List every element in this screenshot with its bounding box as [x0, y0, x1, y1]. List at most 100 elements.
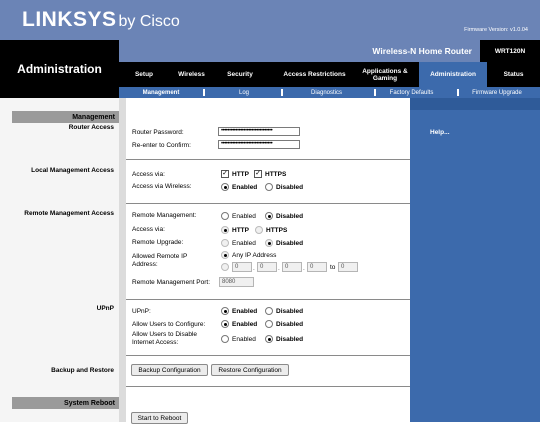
router-password-field[interactable]: ••••••••••••••••••••••••••••••••	[218, 127, 300, 136]
upnp-label: UPnP:	[132, 308, 151, 315]
logo-text: LINKSYS	[22, 8, 117, 31]
upnp-enabled-radio[interactable]	[221, 307, 229, 315]
main-tabs: Setup Wireless Security Access Restricti…	[119, 62, 540, 87]
remote-http-radio[interactable]	[221, 226, 229, 234]
confirm-password-field[interactable]: ••••••••••••••••••••••••••••••••	[218, 140, 300, 149]
disable-disabled-radio[interactable]	[265, 335, 273, 343]
logo-by-cisco: by Cisco	[118, 13, 180, 30]
help-link[interactable]: Help...	[430, 129, 450, 136]
help-header-strip	[410, 98, 540, 110]
remote-port-input[interactable]: 8080	[219, 277, 254, 287]
ip-dot: .	[253, 265, 255, 272]
ip-octet-2-input[interactable]: 0	[257, 262, 277, 272]
ip-dot: .	[303, 265, 305, 272]
disable-enabled-radio[interactable]	[221, 335, 229, 343]
configure-enabled-label: Enabled	[232, 321, 258, 328]
section-stripe-system-reboot: System Reboot	[12, 397, 119, 409]
router-password-label: Router Password:	[132, 129, 184, 136]
upgrade-disabled-label: Disabled	[276, 240, 304, 247]
configure-disabled-label: Disabled	[276, 321, 304, 328]
ip-dot: .	[278, 265, 280, 272]
help-column: Help...	[410, 98, 540, 422]
remote-disabled-radio[interactable]	[265, 212, 273, 220]
brand-bar: LINKSYS by Cisco Firmware Version: v1.0.…	[0, 0, 540, 40]
ip-to-label: to	[330, 264, 336, 271]
start-reboot-button[interactable]: Start to Reboot	[131, 412, 188, 424]
upgrade-disabled-radio[interactable]	[265, 239, 273, 247]
tab-administration[interactable]: Administration	[419, 62, 487, 87]
remote-access-via-label: Access via:	[132, 226, 165, 233]
allow-disable-label: Allow Users to Disable Internet Access:	[132, 331, 198, 346]
remote-http-label: HTTP	[232, 227, 249, 234]
upnp-disabled-label: Disabled	[276, 308, 304, 315]
local-https-checkbox[interactable]: ✓	[254, 170, 262, 178]
subtab-log[interactable]: Log	[219, 87, 269, 98]
label-local-management-access: Local Management Access	[31, 167, 114, 174]
disable-disabled-label: Disabled	[276, 336, 304, 343]
wireless-enabled-radio[interactable]	[221, 183, 229, 191]
allow-configure-label: Allow Users to Configure:	[132, 321, 206, 328]
remote-management-label: Remote Management:	[132, 212, 197, 219]
divider	[126, 386, 410, 387]
label-upnp: UPnP	[96, 305, 114, 312]
confirm-password-label: Re-enter to Confirm:	[132, 142, 191, 149]
ip-octet-1-input[interactable]: 0	[232, 262, 252, 272]
remote-enabled-radio[interactable]	[221, 212, 229, 220]
section-stripe-management: Management	[12, 111, 119, 123]
allowed-ip-label: Allowed Remote IP Address:	[132, 253, 188, 268]
restore-configuration-button[interactable]: Restore Configuration	[211, 364, 289, 376]
remote-https-label: HTTPS	[266, 227, 288, 234]
tab-setup[interactable]: Setup	[124, 62, 164, 87]
subtab-diagnostics[interactable]: Diagnostics	[294, 87, 359, 98]
gutter	[119, 98, 126, 422]
label-router-access: Router Access	[68, 124, 114, 131]
ip-octet-3-input[interactable]: 0	[282, 262, 302, 272]
access-wireless-label: Access via Wireless:	[132, 183, 192, 190]
subtab-factory-defaults[interactable]: Factory Defaults	[379, 87, 444, 98]
disable-enabled-label: Enabled	[232, 336, 256, 343]
product-name: Wireless-N Home Router	[372, 46, 472, 56]
ip-octet-4-input[interactable]: 0	[307, 262, 327, 272]
upgrade-enabled-radio[interactable]	[221, 239, 229, 247]
local-https-label: HTTPS	[265, 171, 287, 178]
wireless-enabled-label: Enabled	[232, 184, 258, 191]
remote-port-label: Remote Management Port:	[132, 279, 211, 286]
subtab-management[interactable]: Management	[127, 87, 195, 98]
remote-https-radio[interactable]	[255, 226, 263, 234]
subtab-separator	[203, 89, 205, 96]
linksys-logo: LINKSYS by Cisco	[22, 8, 180, 32]
tab-wireless[interactable]: Wireless	[169, 62, 214, 87]
sub-tabs: Management Log Diagnostics Factory Defau…	[119, 87, 540, 98]
firmware-version: Firmware Version: v1.0.04	[464, 27, 528, 33]
wireless-disabled-label: Disabled	[276, 184, 304, 191]
subtab-firmware-upgrade[interactable]: Firmware Upgrade	[461, 87, 533, 98]
local-http-label: HTTP	[232, 171, 249, 178]
any-ip-radio[interactable]	[221, 251, 229, 259]
product-bar: Wireless-N Home Router WRT120N	[119, 40, 540, 62]
divider	[126, 203, 410, 204]
tab-access-restrictions[interactable]: Access Restrictions	[267, 62, 362, 87]
configure-disabled-radio[interactable]	[265, 320, 273, 328]
label-backup-restore: Backup and Restore	[51, 367, 114, 374]
model-badge: WRT120N	[480, 40, 540, 62]
tab-security[interactable]: Security	[219, 62, 261, 87]
subtab-separator	[281, 89, 283, 96]
tab-status[interactable]: Status	[491, 62, 536, 87]
remote-upgrade-label: Remote Upgrade:	[132, 239, 184, 246]
configure-enabled-radio[interactable]	[221, 320, 229, 328]
upnp-enabled-label: Enabled	[232, 308, 258, 315]
remote-disabled-label: Disabled	[276, 213, 304, 220]
local-access-via-label: Access via:	[132, 171, 165, 178]
local-http-checkbox[interactable]: ✓	[221, 170, 229, 178]
wireless-disabled-radio[interactable]	[265, 183, 273, 191]
tab-applications-gaming[interactable]: Applications & Gaming	[355, 62, 415, 87]
backup-configuration-button[interactable]: Backup Configuration	[131, 364, 208, 376]
upnp-disabled-radio[interactable]	[265, 307, 273, 315]
remote-enabled-label: Enabled	[232, 213, 256, 220]
divider	[126, 355, 410, 356]
section-title: Administration	[0, 40, 119, 98]
upgrade-enabled-label: Enabled	[232, 240, 256, 247]
ip-end-input[interactable]: 0	[338, 262, 358, 272]
any-ip-label: Any IP Address	[232, 252, 277, 259]
ip-range-radio[interactable]	[221, 263, 229, 271]
